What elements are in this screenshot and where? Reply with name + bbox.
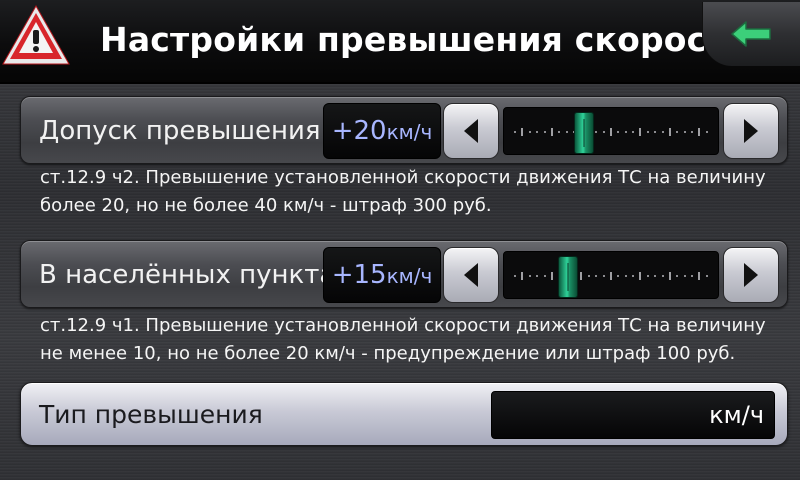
- settlements-value-display: +15км/ч: [323, 247, 441, 303]
- settlements-slider-thumb[interactable]: [557, 256, 578, 298]
- settlements-increase-button[interactable]: [723, 247, 779, 303]
- tolerance-slider[interactable]: [503, 107, 719, 155]
- settlements-label: В населённых пунктах:: [39, 260, 360, 290]
- tolerance-slider-thumb[interactable]: [574, 112, 595, 154]
- tolerance-increase-button[interactable]: [723, 103, 779, 159]
- triangle-right-icon: [744, 263, 758, 287]
- tolerance-unit: км/ч: [386, 120, 433, 144]
- tolerance-label: Допуск превышения:: [39, 116, 330, 146]
- exceed-type-value: км/ч: [491, 391, 775, 439]
- back-arrow-icon: [730, 21, 771, 47]
- exceed-type-label: Тип превышения: [39, 400, 263, 429]
- tolerance-value-display: +20км/ч: [323, 103, 441, 159]
- warning-triangle-icon: [0, 2, 72, 68]
- slider-ticks: [514, 272, 708, 280]
- triangle-left-icon: [464, 119, 478, 143]
- settlements-setting-row: В населённых пунктах: +15км/ч: [20, 240, 788, 308]
- triangle-right-icon: [744, 119, 758, 143]
- exceed-type-button[interactable]: Тип превышения км/ч: [20, 382, 788, 446]
- settlements-description: ст.12.9 ч1. Превышение установленной ско…: [40, 315, 766, 364]
- tolerance-setting-row: Допуск превышения: +20км/ч: [20, 96, 788, 164]
- settlements-unit: км/ч: [386, 264, 433, 288]
- settlements-slider[interactable]: [503, 251, 719, 299]
- page-title: Настройки превышения скорости: [100, 20, 750, 59]
- tolerance-value: +20: [331, 116, 387, 146]
- header-bar: Настройки превышения скорости: [0, 0, 800, 84]
- tolerance-decrease-button[interactable]: [443, 103, 499, 159]
- settlements-value: +15: [331, 260, 387, 290]
- tolerance-description: ст.12.9 ч2. Превышение установленной ско…: [40, 167, 766, 216]
- triangle-left-icon: [464, 263, 478, 287]
- slider-ticks: [514, 128, 708, 136]
- settlements-decrease-button[interactable]: [443, 247, 499, 303]
- back-button[interactable]: [702, 2, 800, 66]
